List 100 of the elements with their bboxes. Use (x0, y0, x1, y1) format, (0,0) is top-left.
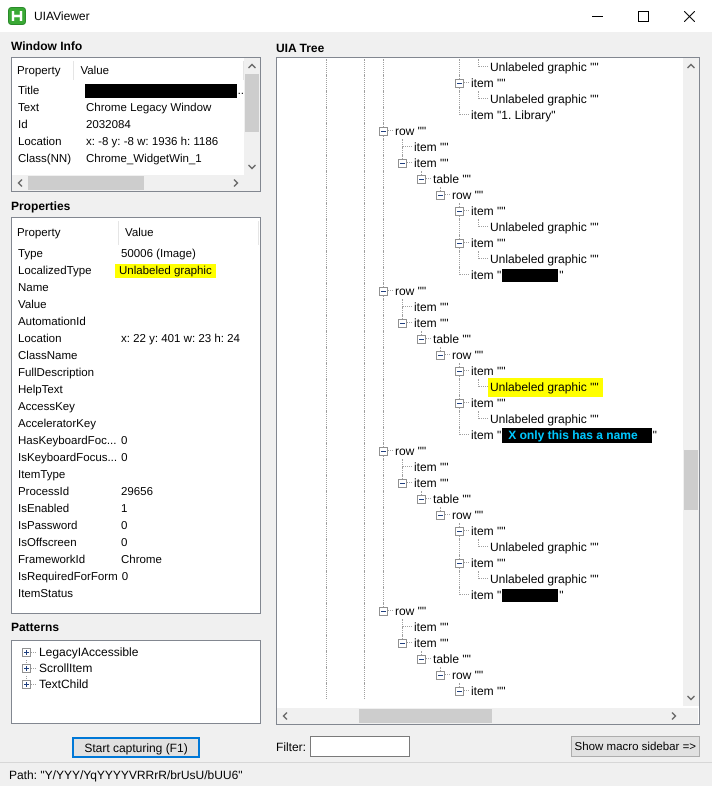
vertical-scrollbar[interactable] (683, 58, 699, 706)
collapse-toggle[interactable] (436, 351, 445, 360)
tree-node[interactable]: table "" (431, 652, 473, 666)
tree-node[interactable]: Unlabeled graphic "" (488, 220, 601, 234)
tree-node[interactable]: item "" (469, 684, 508, 698)
column-header[interactable]: Property (17, 61, 74, 80)
start-capturing-button[interactable]: Start capturing (F1) (72, 737, 200, 758)
collapse-toggle[interactable] (455, 559, 464, 568)
tree-node[interactable]: Unlabeled graphic "" (488, 378, 603, 396)
tree-node[interactable]: item "" (412, 636, 451, 650)
collapse-toggle[interactable] (455, 239, 464, 248)
pattern-item[interactable]: ScrollItem (38, 661, 94, 675)
collapse-toggle[interactable] (455, 367, 464, 376)
collapse-toggle[interactable] (398, 319, 407, 328)
column-header[interactable]: Property (17, 221, 119, 245)
tree-node[interactable]: item "" (469, 204, 508, 218)
property-value: 0 (120, 452, 128, 464)
tree-node[interactable]: item "" (412, 140, 451, 154)
expand-toggle[interactable] (22, 680, 31, 688)
tree-node[interactable]: row "" (450, 668, 486, 682)
collapse-toggle[interactable] (436, 671, 445, 680)
scroll-thumb[interactable] (245, 74, 259, 132)
tree-node[interactable]: item "" (469, 396, 508, 410)
collapse-toggle[interactable] (398, 159, 407, 168)
tree-node[interactable]: row "" (393, 444, 428, 458)
expand-toggle[interactable] (22, 648, 31, 656)
collapse-toggle[interactable] (417, 655, 426, 664)
tree-node[interactable]: item "" (469, 76, 508, 90)
property-value: Unlabeled graphic (115, 264, 216, 278)
tree-node[interactable]: Unlabeled graphic "" (488, 540, 601, 554)
property-name: Id (17, 118, 29, 130)
tree-node[interactable]: item "" (469, 364, 508, 378)
vertical-scrollbar[interactable] (244, 58, 260, 175)
tree-node[interactable]: item "" (412, 476, 451, 490)
collapse-toggle[interactable] (398, 639, 407, 648)
tree-node[interactable]: Unlabeled graphic "" (488, 60, 601, 74)
tree-node[interactable]: item "" (412, 300, 451, 314)
collapse-toggle[interactable] (436, 191, 445, 200)
tree-node[interactable]: Unlabeled graphic "" (488, 92, 601, 106)
property-value: 50006 (Image) (120, 248, 196, 260)
pattern-item[interactable]: LegacyIAccessible (38, 645, 140, 659)
collapse-toggle[interactable] (455, 207, 464, 216)
tree-node[interactable]: item "" (469, 236, 508, 250)
tree-node[interactable]: table "" (431, 492, 473, 506)
section-label: UIA Tree (276, 40, 326, 57)
tree-node[interactable]: Unlabeled graphic "" (488, 252, 601, 266)
collapse-toggle[interactable] (455, 399, 464, 408)
tree-node[interactable]: item "" (412, 620, 451, 634)
collapse-toggle[interactable] (379, 447, 388, 456)
collapse-toggle[interactable] (379, 127, 388, 136)
tree-node[interactable]: Unlabeled graphic "" (488, 412, 601, 426)
property-name: Title (17, 84, 40, 96)
collapse-toggle[interactable] (455, 527, 464, 536)
tree-node[interactable]: Unlabeled graphic "" (488, 572, 601, 586)
collapse-toggle[interactable] (379, 287, 388, 296)
tree-node[interactable]: row "" (450, 188, 486, 202)
section-label: Window Info (11, 38, 84, 55)
tree-node[interactable]: item "" (412, 460, 451, 474)
property-name: LocalizedType (17, 264, 93, 276)
property-value: .. (238, 84, 244, 96)
scroll-thumb[interactable] (28, 176, 144, 190)
property-name: HasKeyboardFoc... (17, 434, 118, 446)
tree-node[interactable]: item "" (469, 524, 508, 538)
tree-node[interactable]: row "" (450, 348, 486, 362)
pattern-item[interactable]: TextChild (38, 677, 90, 691)
collapse-toggle[interactable] (436, 511, 445, 520)
property-value: 0 (120, 520, 128, 532)
window-title: UIAViewer (34, 9, 90, 23)
collapse-toggle[interactable] (455, 687, 464, 696)
horizontal-scrollbar[interactable] (12, 175, 244, 191)
tree-node[interactable]: item " " (469, 588, 566, 602)
scroll-thumb[interactable] (684, 450, 698, 510)
expand-toggle[interactable] (22, 664, 31, 672)
tree-node[interactable]: item "" (412, 156, 451, 170)
collapse-toggle[interactable] (417, 335, 426, 344)
column-header[interactable]: Value (119, 221, 259, 245)
tree-node[interactable]: table "" (431, 172, 473, 186)
show-macro-sidebar-button[interactable]: Show macro sidebar => (570, 736, 700, 757)
collapse-toggle[interactable] (379, 607, 388, 616)
tree-node[interactable]: table "" (431, 332, 473, 346)
collapse-toggle[interactable] (417, 495, 426, 504)
horizontal-scrollbar[interactable] (277, 708, 682, 724)
tree-node[interactable]: row "" (450, 508, 486, 522)
collapse-toggle[interactable] (398, 479, 407, 488)
tree-node[interactable]: item " " (469, 268, 566, 282)
property-value: 0 (120, 434, 128, 446)
property-name: AccessKey (17, 400, 76, 412)
collapse-toggle[interactable] (455, 79, 464, 88)
collapse-toggle[interactable] (417, 175, 426, 184)
tree-node[interactable]: row "" (393, 124, 428, 138)
filter-field[interactable] (310, 736, 410, 757)
section-label: Patterns (11, 619, 60, 636)
tree-node[interactable]: item " X only this has a name " (469, 428, 659, 442)
tree-node[interactable]: item "" (469, 556, 508, 570)
tree-node[interactable]: item "" (412, 316, 451, 330)
tree-node[interactable]: item "1. Library" (469, 108, 558, 122)
scroll-thumb[interactable] (359, 709, 492, 723)
tree-node[interactable]: row "" (393, 604, 428, 618)
tree-node[interactable]: row "" (393, 284, 428, 298)
close-icon (684, 10, 694, 22)
